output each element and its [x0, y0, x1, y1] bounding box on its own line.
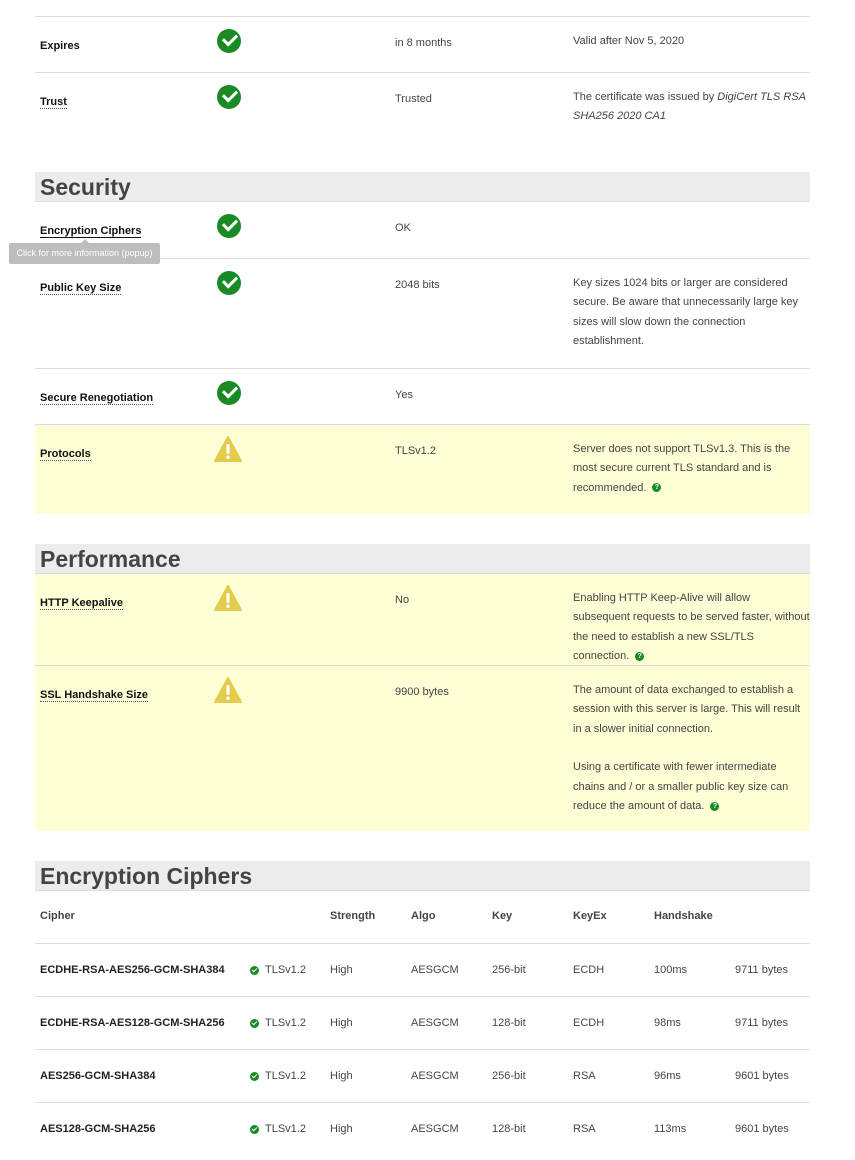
row-expires: Expires in 8 months Valid after Nov 5, 2…	[35, 16, 810, 72]
cipher-name: ECDHE-RSA-AES128-GCM-SHA256	[40, 1017, 225, 1029]
keyex: ECDH	[573, 964, 605, 976]
public-key-size-label[interactable]: Public Key Size	[40, 282, 122, 295]
secure-renegotiation-label[interactable]: Secure Renegotiation	[40, 392, 154, 405]
handshake: 98ms	[654, 1017, 681, 1029]
handshake: 100ms	[654, 964, 688, 976]
protocol: TLSv1.2	[265, 1123, 306, 1135]
check-circle-icon	[217, 85, 241, 109]
ssl-handshake-size-info: The amount of data exchanged to establis…	[573, 684, 801, 813]
check-circle-icon	[250, 1071, 259, 1081]
warning-triangle-icon	[214, 677, 242, 703]
ssl-handshake-size-value: 9900 bytes	[395, 686, 449, 698]
section-title-security: Security	[35, 172, 810, 202]
keyex: RSA	[573, 1070, 596, 1082]
header-key: Key	[492, 910, 513, 922]
expires-label: Expires	[40, 40, 80, 52]
http-keepalive-label[interactable]: HTTP Keepalive	[40, 597, 123, 610]
row-ssl-handshake-size: SSL Handshake Size 9900 bytes The amount…	[35, 665, 810, 831]
http-keepalive-value: No	[395, 594, 410, 606]
header-strength: Strength	[330, 910, 376, 922]
key: 256-bit	[492, 1070, 526, 1082]
protocols-label[interactable]: Protocols	[40, 448, 91, 461]
table-row: AES256-GCM-SHA384 TLSv1.2 High AESGCM 25…	[35, 1049, 810, 1102]
cipher-name: AES256-GCM-SHA384	[40, 1070, 156, 1082]
algo: AESGCM	[411, 1123, 459, 1135]
check-circle-icon	[250, 1124, 259, 1134]
protocols-info: Server does not support TLSv1.3. This is…	[573, 443, 791, 494]
section-title-performance: Performance	[35, 544, 810, 574]
table-row: ECDHE-RSA-AES128-GCM-SHA256 TLSv1.2 High…	[35, 996, 810, 1049]
row-http-keepalive: HTTP Keepalive No Enabling HTTP Keep-Ali…	[35, 574, 810, 665]
size: 9601 bytes	[735, 1123, 789, 1135]
http-keepalive-info: Enabling HTTP Keep-Alive will allow subs…	[573, 592, 810, 663]
table-row: ECDHE-RSA-AES256-GCM-SHA384 TLSv1.2 High…	[35, 943, 810, 996]
check-circle-icon	[217, 29, 241, 53]
table-row: AES128-GCM-SHA256 TLSv1.2 High AESGCM 12…	[35, 1102, 810, 1155]
algo: AESGCM	[411, 1017, 459, 1029]
question-circle-icon[interactable]: ?	[635, 651, 645, 661]
cipher-table-header: Cipher Strength Algo Key KeyEx Handshake	[35, 891, 810, 943]
trust-label[interactable]: Trust	[40, 96, 67, 109]
question-circle-icon[interactable]: ?	[710, 801, 720, 811]
trust-info: The certificate was issued by DigiCert T…	[573, 91, 806, 123]
key: 128-bit	[492, 1123, 526, 1135]
strength: High	[330, 1070, 353, 1082]
cipher-name: AES128-GCM-SHA256	[40, 1123, 156, 1135]
strength: High	[330, 1017, 353, 1029]
protocol: TLSv1.2	[265, 1017, 306, 1029]
trust-value: Trusted	[395, 93, 432, 105]
section-title-encryption-ciphers: Encryption Ciphers	[35, 861, 810, 891]
header-keyex: KeyEx	[573, 910, 607, 922]
header-algo: Algo	[411, 910, 436, 922]
question-circle-icon[interactable]: ?	[652, 483, 662, 493]
handshake: 96ms	[654, 1070, 681, 1082]
algo: AESGCM	[411, 964, 459, 976]
check-circle-icon	[217, 271, 241, 295]
handshake: 113ms	[654, 1123, 687, 1135]
size: 9601 bytes	[735, 1070, 789, 1082]
warning-triangle-icon	[214, 436, 242, 462]
row-secure-renegotiation: Secure Renegotiation Yes	[35, 368, 810, 424]
key: 256-bit	[492, 964, 526, 976]
size: 9711 bytes	[735, 1017, 789, 1029]
expires-info: Valid after Nov 5, 2020	[573, 35, 685, 47]
header-handshake: Handshake	[654, 910, 713, 922]
protocol: TLSv1.2	[265, 964, 306, 976]
protocol: TLSv1.2	[265, 1070, 306, 1082]
warning-triangle-icon	[214, 585, 242, 611]
strength: High	[330, 1123, 353, 1135]
row-protocols: Protocols TLSv1.2 Server does not suppor…	[35, 424, 810, 514]
public-key-size-info: Key sizes 1024 bits or larger are consid…	[573, 277, 799, 348]
check-circle-icon	[250, 1018, 259, 1028]
strength: High	[330, 964, 353, 976]
keyex: RSA	[573, 1123, 596, 1135]
row-public-key-size: Public Key Size 2048 bits Key sizes 1024…	[35, 258, 810, 368]
encryption-ciphers-label[interactable]: Encryption Ciphers	[40, 225, 142, 238]
check-circle-icon	[250, 965, 259, 975]
check-circle-icon	[217, 381, 241, 405]
cipher-name: ECDHE-RSA-AES256-GCM-SHA384	[40, 964, 225, 976]
key: 128-bit	[492, 1017, 526, 1029]
size: 9711 bytes	[735, 964, 789, 976]
ssl-handshake-size-label[interactable]: SSL Handshake Size	[40, 689, 149, 702]
report: Expires in 8 months Valid after Nov 5, 2…	[35, 16, 810, 1155]
tooltip-popup-hint: Click for more information (popup)	[9, 239, 160, 264]
secure-renegotiation-value: Yes	[395, 389, 413, 401]
protocols-value: TLSv1.2	[395, 445, 436, 457]
row-trust: Trust Trusted The certificate was issued…	[35, 72, 810, 172]
expires-value: in 8 months	[395, 37, 452, 49]
encryption-ciphers-value: OK	[395, 222, 411, 234]
public-key-size-value: 2048 bits	[395, 279, 440, 291]
header-cipher: Cipher	[40, 910, 75, 922]
keyex: ECDH	[573, 1017, 605, 1029]
algo: AESGCM	[411, 1070, 459, 1082]
check-circle-icon	[217, 214, 241, 238]
